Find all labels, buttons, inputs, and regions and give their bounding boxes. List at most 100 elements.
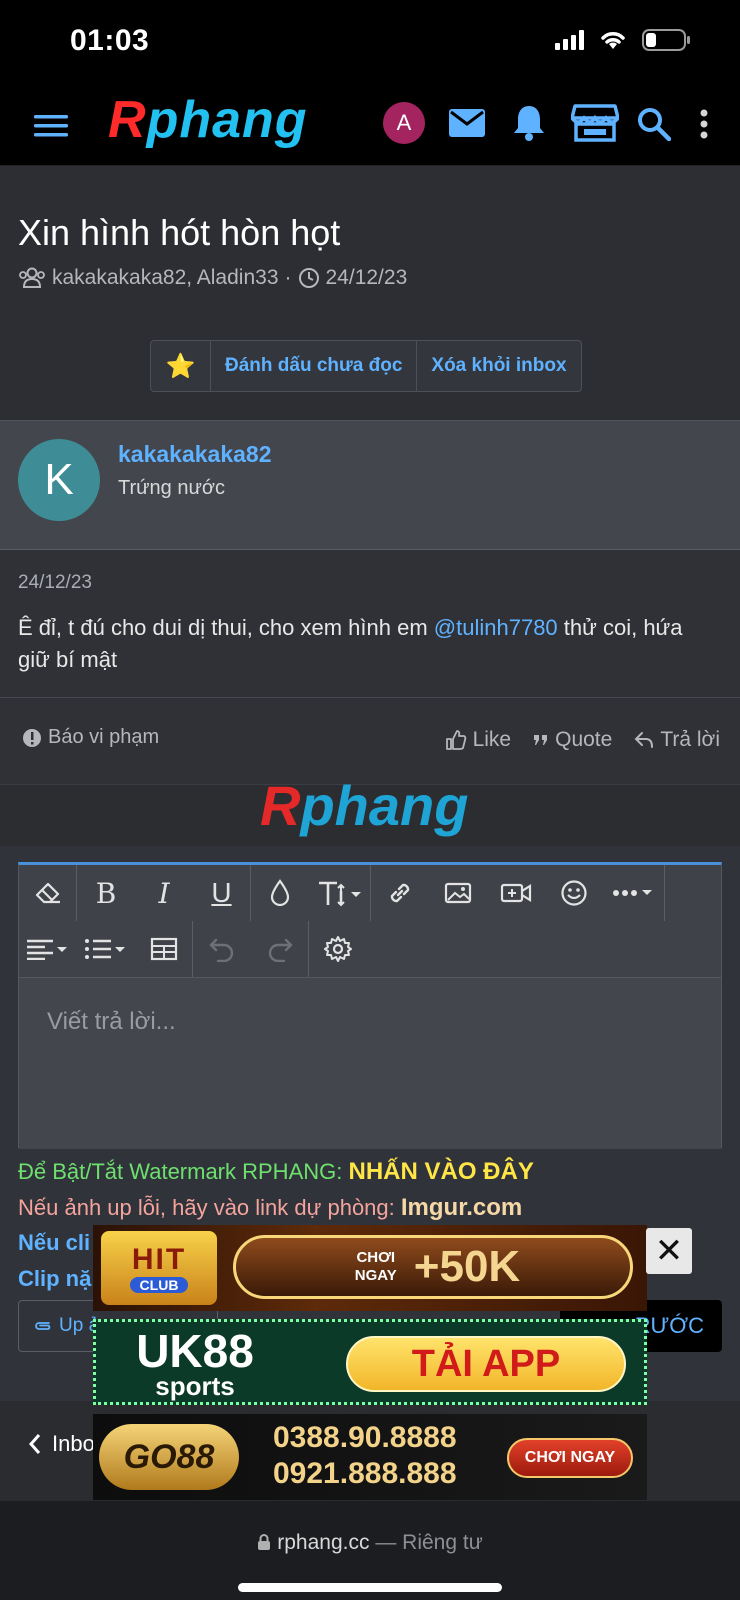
more-horizontal-icon xyxy=(612,890,652,896)
remove-inbox-button[interactable]: Xóa khỏi inbox xyxy=(417,341,580,391)
ad-brand-name: UK88 xyxy=(136,1325,254,1377)
hamburger-icon xyxy=(34,115,68,137)
cellular-signal-icon xyxy=(555,30,584,50)
report-button[interactable]: Báo vi phạm xyxy=(22,726,159,749)
color-button[interactable] xyxy=(251,865,309,921)
message-body: 24/12/23 Ê đỉ, t đú cho dui dị thui, cho… xyxy=(0,550,740,698)
meta-separator: · xyxy=(284,266,292,289)
more-options-button[interactable] xyxy=(603,865,665,921)
ad-cta: CHƠI NGAY xyxy=(507,1438,633,1478)
url-display[interactable]: rphang.cc — Riêng tư xyxy=(0,1531,740,1555)
insert-table-button[interactable] xyxy=(135,921,193,977)
report-label: Báo vi phạm xyxy=(48,726,160,748)
quote-button[interactable]: Quote xyxy=(533,728,612,752)
battery-icon xyxy=(642,29,690,51)
thread-date: 24/12/23 xyxy=(325,266,408,289)
ad-close-button[interactable]: ✕ xyxy=(646,1228,692,1274)
message-actions: Like Quote Trả lời xyxy=(445,728,720,752)
store-button[interactable] xyxy=(570,100,620,144)
bell-icon xyxy=(514,106,544,141)
reply-button[interactable]: Trả lời xyxy=(634,728,720,752)
redo-button[interactable] xyxy=(251,921,309,977)
thread-meta: kakakakaka82, Aladin33 · 24/12/23 xyxy=(18,266,407,290)
user-title: Trứng nước xyxy=(118,477,225,499)
insert-emoji-button[interactable] xyxy=(545,865,603,921)
message-username[interactable]: kakakakaka82 xyxy=(118,441,272,468)
ad-brand-logo: UK88 sports xyxy=(110,1326,280,1402)
ad-brand-logo: GO88 xyxy=(99,1424,239,1490)
ad-cta: TẢI APP xyxy=(346,1336,626,1392)
participants[interactable]: kakakakaka82, Aladin33 xyxy=(52,266,279,290)
align-button[interactable] xyxy=(19,921,77,977)
site-logo[interactable]: Rphang xyxy=(108,90,308,150)
paperclip-icon xyxy=(35,1322,51,1330)
ad-phone-1: 0388.90.8888 xyxy=(273,1421,457,1454)
eraser-icon xyxy=(35,882,60,904)
gear-icon xyxy=(324,936,352,962)
mark-unread-button[interactable]: Đánh dấu chưa đọc xyxy=(211,341,418,391)
status-icons xyxy=(555,28,692,52)
like-button[interactable]: Like xyxy=(445,728,511,752)
breadcrumb-inbox-link[interactable]: Inbo xyxy=(28,1431,95,1457)
home-indicator[interactable] xyxy=(238,1583,502,1592)
avatar[interactable]: K xyxy=(18,439,100,521)
user-mention-link[interactable]: @tulinh7780 xyxy=(434,615,558,640)
clip-note: Nếu cli xyxy=(18,1230,91,1255)
ad-brand-name: GO88 xyxy=(123,1437,215,1476)
editor-settings-button[interactable] xyxy=(309,921,367,977)
video-icon xyxy=(500,883,532,903)
insert-image-button[interactable] xyxy=(429,865,487,921)
undo-button[interactable] xyxy=(193,921,251,977)
reply-icon xyxy=(634,732,654,748)
ad-cta-text: TẢI APP xyxy=(411,1342,561,1385)
backup-link-note: Nếu ảnh up lỗi, hãy vào link dự phòng: I… xyxy=(18,1194,522,1222)
account-button[interactable]: A xyxy=(383,102,425,144)
menu-button[interactable] xyxy=(30,106,72,146)
logo-letter: R xyxy=(260,774,301,837)
reply-textarea[interactable]: Viết trả lời... xyxy=(19,977,721,1149)
alerts-button[interactable] xyxy=(508,100,550,144)
page-title: Xin hình hót hòn họt xyxy=(18,212,341,253)
list-icon xyxy=(85,939,125,959)
watermark-toggle-link[interactable]: NHẤN VÀO ĐÂY xyxy=(348,1158,533,1185)
insert-link-button[interactable] xyxy=(371,865,429,921)
insert-media-button[interactable] xyxy=(487,865,545,921)
undo-icon xyxy=(209,938,234,962)
link-icon xyxy=(390,883,410,903)
ad-cta: CHƠI NGAY +50K xyxy=(233,1235,633,1299)
inbox-button[interactable] xyxy=(446,102,488,144)
reply-placeholder: Viết trả lời... xyxy=(47,1008,176,1035)
clip-size-note: Clip nặ xyxy=(18,1266,92,1291)
lock-icon xyxy=(258,1534,271,1550)
star-button[interactable]: ⭐ xyxy=(151,341,211,391)
search-button[interactable] xyxy=(634,104,674,144)
underline-button[interactable]: U xyxy=(193,865,251,921)
font-size-button[interactable] xyxy=(309,865,371,921)
reply-section: B I U Viết trả lời... Để Bật/Tắt Waterma… xyxy=(0,846,740,1401)
editor-toolbar-row-2 xyxy=(19,921,721,977)
url-domain: rphang.cc xyxy=(277,1531,370,1554)
message-date[interactable]: 24/12/23 xyxy=(18,572,92,594)
quote-label: Quote xyxy=(555,728,613,751)
quote-icon xyxy=(534,735,548,745)
ad-cta-big: +50K xyxy=(413,1242,521,1291)
list-button[interactable] xyxy=(77,921,135,977)
top-navbar: Rphang A xyxy=(0,84,740,166)
underline-icon: U xyxy=(211,877,232,908)
ad-banner-go88[interactable]: GO88 0388.90.8888 0921.888.888 CHƠI NGAY xyxy=(93,1414,647,1500)
logo-banner: Rphang xyxy=(0,774,740,846)
bold-icon: B xyxy=(95,876,117,910)
status-time: 01:03 xyxy=(70,24,150,57)
more-menu-button[interactable] xyxy=(690,104,718,144)
ad-banner-hitclub[interactable]: HIT CLUB CHƠI NGAY +50K xyxy=(93,1225,647,1311)
ad-banner-uk88[interactable]: UK88 sports TẢI APP xyxy=(93,1319,647,1405)
thumbs-up-icon xyxy=(445,730,466,750)
url-privacy: — Riêng tư xyxy=(369,1531,483,1554)
clear-format-button[interactable] xyxy=(19,865,77,921)
imgur-link[interactable]: Imgur.com xyxy=(401,1194,522,1221)
italic-button[interactable]: I xyxy=(135,865,193,921)
ad-brand-name: HIT xyxy=(131,1243,187,1276)
align-left-icon xyxy=(27,939,67,960)
reply-label: Trả lời xyxy=(660,728,720,751)
bold-button[interactable]: B xyxy=(77,865,135,921)
